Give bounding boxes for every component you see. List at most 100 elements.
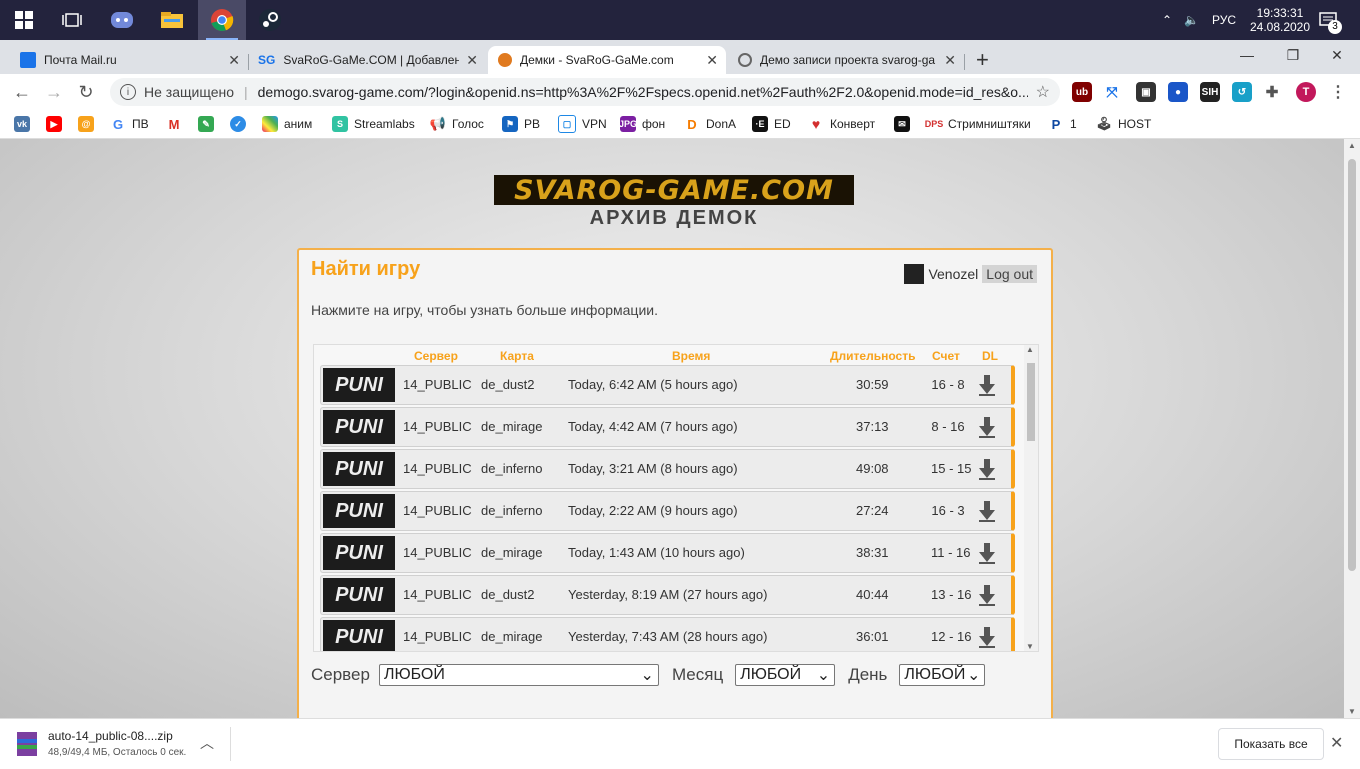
page-scroll-down-icon[interactable]: ▼ — [1348, 707, 1356, 716]
info-icon[interactable]: i — [120, 84, 136, 100]
demo-row[interactable]: PUNI 14_PUBLIC de_dust2 Today, 6:42 AM (5 h… — [320, 365, 1015, 405]
extension-box-icon[interactable]: ▣ — [1136, 82, 1156, 102]
steam-icon[interactable] — [246, 0, 294, 40]
column-header-duration[interactable]: Длительность — [830, 349, 915, 363]
bookmark-gmail[interactable]: M — [166, 114, 188, 134]
demo-row[interactable]: PUNI 14_PUBLIC de_mirage Yesterday, 7:43 AM… — [320, 617, 1015, 651]
server-filter-select[interactable]: ЛЮБОЙ ⌄ — [378, 664, 659, 686]
demo-row[interactable]: PUNI 14_PUBLIC de_dust2 Yesterday, 8:19 AM … — [320, 575, 1015, 615]
minimize-button[interactable]: — — [1224, 40, 1270, 70]
bookmark-host[interactable]: 🕹 HOST — [1096, 114, 1151, 134]
profile-avatar[interactable]: T — [1296, 82, 1316, 102]
bookmark-pv[interactable]: G ПВ — [110, 114, 149, 134]
bookmark-youtube[interactable]: ▶ — [46, 114, 68, 134]
bookmark-streamlabs[interactable]: S Streamlabs — [332, 114, 415, 134]
demo-row[interactable]: PUNI 14_PUBLIC de_mirage Today, 1:43 AM (10… — [320, 533, 1015, 573]
tray-chevron-icon[interactable]: ⌃ — [1162, 0, 1172, 40]
page-scrollbar[interactable]: ▲ ▼ — [1344, 139, 1360, 718]
close-tab-icon[interactable]: ✕ — [944, 52, 956, 69]
bookmark-anim[interactable]: аним — [262, 114, 312, 134]
extension-video-icon[interactable]: ● — [1168, 82, 1188, 102]
bookmark-pb[interactable]: ⚑ PB — [502, 114, 540, 134]
download-arrow-icon[interactable] — [977, 542, 997, 564]
day-filter-select[interactable]: ЛЮБОЙ ⌄ — [899, 664, 986, 686]
username[interactable]: Venozel — [928, 266, 978, 282]
bookmark-mail[interactable]: @ — [78, 114, 100, 134]
maximize-button[interactable]: ❐ — [1270, 40, 1316, 70]
back-icon[interactable]: ← — [10, 80, 34, 104]
tab-mail[interactable]: Почта Mail.ru ✕ — [12, 46, 248, 74]
demo-row[interactable]: PUNI 14_PUBLIC de_inferno Today, 3:21 AM (8… — [320, 449, 1015, 489]
tab-svarog-news[interactable]: SG SvaRoG-GaMe.COM | Добавлени ✕ — [250, 46, 486, 74]
chrome-icon[interactable] — [198, 0, 246, 40]
notifications-icon[interactable]: 3 — [1318, 0, 1342, 40]
ublock-icon[interactable]: ub — [1072, 82, 1092, 102]
panel-hint: Нажмите на игру, чтобы узнать больше инф… — [311, 302, 658, 318]
reload-icon[interactable]: ↻ — [74, 80, 98, 104]
table-scrollbar[interactable]: ▲ ▼ — [1024, 345, 1038, 651]
bookmark-konvert[interactable]: ♥ Конверт — [808, 114, 875, 134]
column-header-score[interactable]: Счет — [932, 349, 960, 363]
demo-row[interactable]: PUNI 14_PUBLIC de_inferno Today, 2:22 AM (9… — [320, 491, 1015, 531]
extensions-puzzle-icon[interactable]: ✚ — [1262, 82, 1282, 102]
page-scroll-thumb[interactable] — [1348, 159, 1356, 571]
table-scroll-thumb[interactable] — [1027, 363, 1035, 441]
extension-arrows-icon[interactable]: ⤧ — [1102, 82, 1122, 102]
show-all-downloads-button[interactable]: Показать все — [1218, 728, 1324, 760]
clock[interactable]: 19:33:31 24.08.2020 — [1248, 0, 1312, 40]
task-view-icon[interactable] — [48, 0, 96, 40]
row-duration: 38:31 — [856, 545, 889, 560]
site-logo[interactable]: SVAROG-GAME.COM — [494, 175, 854, 206]
close-window-button[interactable]: ✕ — [1314, 40, 1360, 70]
page-scroll-up-icon[interactable]: ▲ — [1348, 141, 1356, 150]
scroll-down-arrow-icon[interactable]: ▼ — [1026, 642, 1034, 651]
bookmark-fon[interactable]: JPG фон — [619, 114, 665, 134]
download-arrow-icon[interactable] — [977, 416, 997, 438]
bookmark-check[interactable]: ✓ — [230, 114, 252, 134]
column-header-server[interactable]: Сервер — [414, 349, 458, 363]
download-item[interactable]: auto-14_public-08....zip 48,9/49,4 МБ, О… — [12, 727, 230, 761]
column-header-time[interactable]: Время — [672, 349, 710, 363]
close-tab-icon[interactable]: ✕ — [228, 52, 240, 69]
close-tab-icon[interactable]: ✕ — [706, 52, 718, 69]
bookmark-envelope[interactable]: ✉ — [894, 114, 916, 134]
url-text[interactable]: demogo.svarog-game.com/?login&openid.ns=… — [258, 84, 1028, 100]
download-arrow-icon[interactable] — [977, 584, 997, 606]
column-header-map[interactable]: Карта — [500, 349, 534, 363]
demo-row[interactable]: PUNI 14_PUBLIC de_mirage Today, 4:42 AM (7 … — [320, 407, 1015, 447]
extension-sih-icon[interactable]: SIH — [1200, 82, 1220, 102]
address-bar[interactable]: i Не защищено | demogo.svarog-game.com/?… — [110, 78, 1060, 106]
close-download-bar-icon[interactable]: ✕ — [1330, 733, 1343, 753]
bookmark-sheets[interactable]: ✎ — [198, 114, 220, 134]
bookmark-golos[interactable]: 📢 Голос — [430, 114, 484, 134]
volume-icon[interactable]: 🔈 — [1184, 0, 1199, 40]
bookmark-vk[interactable]: vk — [14, 114, 36, 134]
language-indicator[interactable]: РУС — [1212, 0, 1236, 40]
chrome-menu-icon[interactable]: ⋮ — [1328, 82, 1348, 102]
windows-start-icon[interactable] — [0, 0, 48, 40]
extension-refresh-icon[interactable]: ↺ — [1232, 82, 1252, 102]
download-menu-chevron-icon[interactable]: ︿ — [200, 733, 214, 753]
bookmark-vpn[interactable]: ▢ VPN — [558, 114, 607, 134]
tab-demos-active[interactable]: Демки - SvaRoG-GaMe.com ✕ — [488, 46, 726, 74]
forward-icon[interactable]: → — [42, 80, 66, 104]
bookmark-streamnishtyaki[interactable]: DPS Стримништяки — [925, 114, 1031, 134]
month-filter-select[interactable]: ЛЮБОЙ ⌄ — [735, 664, 836, 686]
tab-demo-records[interactable]: Демо записи проекта svarog-ga ✕ — [728, 46, 964, 74]
row-time: Today, 2:22 AM (9 hours ago) — [568, 503, 738, 518]
bookmark-1[interactable]: P1 — [1048, 114, 1077, 134]
download-arrow-icon[interactable] — [977, 458, 997, 480]
discord-icon[interactable] — [98, 0, 146, 40]
bookmark-star-icon[interactable]: ☆ — [1036, 82, 1050, 102]
download-arrow-icon[interactable] — [977, 374, 997, 396]
bookmark-dona[interactable]: D DonA — [684, 114, 736, 134]
logout-button[interactable]: Log out — [982, 265, 1037, 283]
close-tab-icon[interactable]: ✕ — [466, 52, 478, 69]
bookmark-ed[interactable]: ·E ED — [752, 114, 791, 134]
user-avatar[interactable] — [904, 264, 925, 284]
scroll-up-arrow-icon[interactable]: ▲ — [1026, 345, 1034, 354]
file-explorer-icon[interactable] — [148, 0, 196, 40]
new-tab-button[interactable]: + — [976, 46, 1000, 74]
download-arrow-icon[interactable] — [977, 626, 997, 648]
download-arrow-icon[interactable] — [977, 500, 997, 522]
